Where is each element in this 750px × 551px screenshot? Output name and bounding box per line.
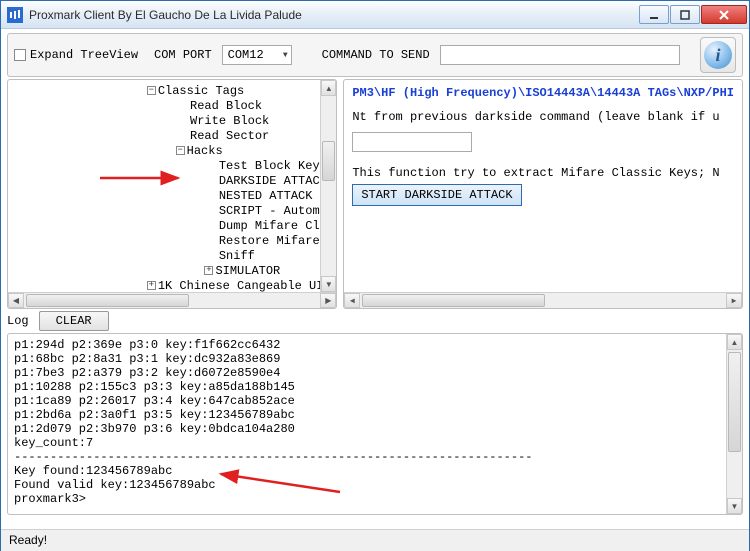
- scroll-left-icon[interactable]: ◀: [344, 293, 360, 308]
- log-toolbar: Log CLEAR: [7, 311, 743, 331]
- scroll-thumb[interactable]: [322, 141, 335, 181]
- tree-panel: −Classic Tags Read Block Write Block Rea…: [7, 79, 337, 309]
- tree-item-test-block-keys[interactable]: Test Block Keys: [219, 159, 320, 173]
- expander-minus-icon[interactable]: −: [176, 146, 185, 155]
- tree-item-classic-tags[interactable]: Classic Tags: [158, 84, 244, 98]
- tree-item-hacks[interactable]: Hacks: [187, 144, 223, 158]
- com-port-select[interactable]: COM12 ▼: [222, 45, 292, 65]
- close-button[interactable]: [701, 5, 747, 24]
- status-text: Ready!: [9, 533, 47, 547]
- start-darkside-button[interactable]: START DARKSIDE ATTACK: [352, 184, 521, 206]
- nt-input[interactable]: [352, 132, 472, 152]
- clear-label: CLEAR: [56, 314, 92, 328]
- main-split: −Classic Tags Read Block Write Block Rea…: [7, 79, 743, 309]
- maximize-button[interactable]: [670, 5, 700, 24]
- app-icon: [7, 7, 23, 23]
- tree-item-dump-classic[interactable]: Dump Mifare Classic: [219, 219, 320, 233]
- window-buttons: [639, 5, 747, 24]
- expand-treeview-checkbox[interactable]: Expand TreeView: [14, 48, 138, 62]
- tree-item-darkside-attack[interactable]: DARKSIDE ATTACK: [219, 174, 320, 188]
- detail-horizontal-scrollbar[interactable]: ◀ ▶: [344, 292, 742, 308]
- expander-plus-icon[interactable]: +: [204, 266, 213, 275]
- clear-button[interactable]: CLEAR: [39, 311, 109, 331]
- tree-item-chinese-uid[interactable]: 1K Chinese Cangeable UID Cards: [158, 279, 321, 292]
- log-output[interactable]: p1:294d p2:369e p3:0 key:f1f662cc6432 p1…: [8, 334, 726, 514]
- tree-item-nested-attack[interactable]: NESTED ATTACK: [219, 189, 313, 203]
- info-button[interactable]: i: [700, 37, 736, 73]
- minimize-button[interactable]: [639, 5, 669, 24]
- titlebar: Proxmark Client By El Gaucho De La Livid…: [1, 1, 749, 29]
- scroll-up-icon[interactable]: ▲: [321, 80, 336, 96]
- detail-panel: PM3\HF (High Frequency)\ISO14443A\14443A…: [343, 79, 743, 309]
- scroll-down-icon[interactable]: ▼: [321, 276, 336, 292]
- log-label: Log: [7, 314, 29, 328]
- tree-vertical-scrollbar[interactable]: ▲ ▼: [320, 80, 336, 292]
- scroll-right-icon[interactable]: ▶: [320, 293, 336, 308]
- scroll-left-icon[interactable]: ◀: [8, 293, 24, 308]
- scroll-thumb[interactable]: [26, 294, 189, 307]
- info-icon: i: [704, 41, 732, 69]
- tree-item-sniff[interactable]: Sniff: [219, 249, 255, 263]
- nt-label: Nt from previous darkside command (leave…: [352, 110, 734, 124]
- chevron-down-icon: ▼: [283, 51, 288, 60]
- tree-item-read-block[interactable]: Read Block: [190, 99, 262, 113]
- toolbar: Expand TreeView COM PORT COM12 ▼ COMMAND…: [7, 33, 743, 77]
- breadcrumb: PM3\HF (High Frequency)\ISO14443A\14443A…: [352, 86, 734, 100]
- log-panel: p1:294d p2:369e p3:0 key:f1f662cc6432 p1…: [7, 333, 743, 515]
- status-bar: Ready!: [1, 529, 749, 551]
- window-title: Proxmark Client By El Gaucho De La Livid…: [29, 8, 639, 22]
- checkbox-icon: [14, 49, 26, 61]
- tree-item-read-sector[interactable]: Read Sector: [190, 129, 269, 143]
- expander-plus-icon[interactable]: +: [147, 281, 156, 290]
- scroll-right-icon[interactable]: ▶: [726, 293, 742, 308]
- function-description: This function try to extract Mifare Clas…: [352, 166, 734, 180]
- scroll-thumb[interactable]: [362, 294, 545, 307]
- tree-item-write-block[interactable]: Write Block: [190, 114, 269, 128]
- tree-horizontal-scrollbar[interactable]: ◀ ▶: [8, 292, 336, 308]
- start-darkside-label: START DARKSIDE ATTACK: [361, 188, 512, 202]
- command-tree[interactable]: −Classic Tags Read Block Write Block Rea…: [8, 80, 320, 292]
- com-port-value: COM12: [228, 48, 264, 62]
- command-to-send-label: COMMAND TO SEND: [322, 48, 430, 62]
- expander-minus-icon[interactable]: −: [147, 86, 156, 95]
- com-port-label: COM PORT: [154, 48, 212, 62]
- tree-item-script-auto[interactable]: SCRIPT - Automatic Mifare Cr: [219, 204, 320, 218]
- tree-item-restore-classic[interactable]: Restore Mifare Classic: [219, 234, 320, 248]
- scroll-thumb[interactable]: [728, 352, 741, 452]
- scroll-up-icon[interactable]: ▲: [727, 334, 742, 350]
- command-input[interactable]: [440, 45, 680, 65]
- expand-treeview-label: Expand TreeView: [30, 48, 138, 62]
- scroll-down-icon[interactable]: ▼: [727, 498, 742, 514]
- log-vertical-scrollbar[interactable]: ▲ ▼: [726, 334, 742, 514]
- tree-item-simulator[interactable]: SIMULATOR: [215, 264, 280, 278]
